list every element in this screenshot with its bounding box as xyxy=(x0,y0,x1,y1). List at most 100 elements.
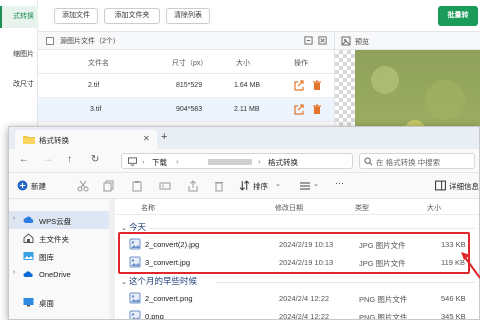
source-list-columns: 文件名 尺寸（px） 大小 操作 xyxy=(38,50,334,74)
file-name: 0.png xyxy=(145,312,164,320)
breadcrumb-current[interactable]: 格式转换 xyxy=(268,157,298,168)
image-icon xyxy=(341,36,351,46)
new-tab-button[interactable]: + xyxy=(161,131,167,143)
view-layout-icon[interactable] xyxy=(299,180,311,192)
select-all-checkbox[interactable] xyxy=(46,37,54,45)
breadcrumb-separator: › xyxy=(142,157,145,166)
nav-item-home[interactable]: 主文件夹 xyxy=(9,229,109,247)
file-dimensions: 815*529 xyxy=(176,82,203,89)
explorer-tab-bar: 格式转换 ✕ + xyxy=(9,127,479,149)
back-arrow-icon[interactable]: ← xyxy=(19,154,29,166)
preview-header: 预览 xyxy=(335,32,480,50)
plus-circle-icon xyxy=(17,180,28,191)
add-folder-button[interactable]: 添加文件夹 xyxy=(104,8,160,24)
table-row[interactable]: 2.tif 815*529 1.64 MB xyxy=(38,74,334,98)
blurred-path-segment xyxy=(208,159,252,165)
collapse-icon[interactable] xyxy=(304,36,313,45)
nav-item-gallery[interactable]: 图库 xyxy=(9,247,109,265)
group-label: 今天 xyxy=(129,222,147,232)
tab-format-convert[interactable]: 格式转换 ✕ xyxy=(15,130,157,149)
add-file-button[interactable]: 添加文件 xyxy=(54,8,98,24)
file-date: 2024/2/4 12:22 xyxy=(279,312,330,320)
expand-chevron-icon[interactable]: › xyxy=(13,269,15,276)
nav-item-label: 桌面 xyxy=(39,299,54,308)
table-row[interactable]: 3.tif 904*583 2.11 MB xyxy=(38,98,334,122)
group-label: 这个月的早些时候 xyxy=(129,276,198,286)
nav-item-desktop[interactable]: 桌面 xyxy=(9,293,109,311)
converter-toolbar: 添加文件 添加文件夹 清除列表 批量转 xyxy=(38,0,480,32)
file-size: 345 KB xyxy=(441,312,466,320)
source-list-header: 源图片文件（2个） xyxy=(38,32,334,50)
address-box[interactable]: › 下载 › › 格式转换 xyxy=(121,153,353,169)
file-list-columns: 名称 修改日期 类型 大小 xyxy=(115,199,479,215)
search-input[interactable]: 在 格式转换 中搜索 xyxy=(359,153,475,169)
file-dimensions: 904*583 xyxy=(176,106,203,113)
delete-icon[interactable] xyxy=(213,180,225,192)
highlight-box xyxy=(118,232,470,274)
new-label: 新建 xyxy=(31,182,46,191)
collapse-caret-icon: ⌄ xyxy=(121,279,127,286)
open-external-icon[interactable] xyxy=(294,104,304,115)
forward-arrow-icon[interactable]: → xyxy=(43,154,53,166)
file-name: 2_convert.png xyxy=(145,294,193,303)
column-name[interactable]: 名称 xyxy=(141,203,155,213)
share-icon[interactable] xyxy=(187,180,199,192)
column-actions: 操作 xyxy=(294,60,308,67)
details-pane-icon xyxy=(435,180,446,191)
file-explorer-window: 格式转换 ✕ + ← → ↑ ↻ › 下载 › › 格式转换 在 格式转换 中搜… xyxy=(8,126,480,320)
file-name: 3.tif xyxy=(90,106,102,113)
sort-icon xyxy=(239,180,250,191)
sidebar-item-compress[interactable]: 缩图片 xyxy=(0,44,38,66)
collapse-caret-icon: ⌄ xyxy=(121,225,127,232)
column-type[interactable]: 类型 xyxy=(355,203,369,213)
paste-icon[interactable] xyxy=(131,180,143,192)
sidebar-item-format-convert[interactable]: 式转换 xyxy=(0,6,38,28)
column-date-modified[interactable]: 修改日期 xyxy=(275,203,303,213)
nav-item-wps-cloud[interactable]: › WPS云盘 xyxy=(9,211,109,229)
breadcrumb-separator: › xyxy=(176,157,179,166)
sort-label: 排序 xyxy=(253,182,268,191)
open-external-icon[interactable] xyxy=(294,80,304,91)
desktop-icon xyxy=(23,298,34,307)
file-size: 546 KB xyxy=(441,294,466,303)
navigation-pane: › WPS云盘 主文件夹 图库 › OneDrive 桌面 xyxy=(9,199,109,319)
nav-item-label: WPS云盘 xyxy=(39,217,72,226)
clear-list-button[interactable]: 清除列表 xyxy=(166,8,210,24)
list-item[interactable]: 2_convert.png 2024/2/4 12:22 PNG 图片文件 54… xyxy=(123,289,473,307)
breadcrumb-separator: › xyxy=(258,157,261,166)
batch-convert-button[interactable]: 批量转 xyxy=(438,6,478,26)
search-placeholder: 在 格式转换 中搜索 xyxy=(376,158,441,167)
column-dimensions: 尺寸（px） xyxy=(172,60,208,67)
group-divider xyxy=(215,282,475,283)
nav-item-onedrive[interactable]: › OneDrive xyxy=(9,265,109,283)
close-panel-icon[interactable] xyxy=(318,36,327,45)
group-header-earlier-this-month[interactable]: ⌄ 这个月的早些时候 xyxy=(121,275,197,287)
cut-icon[interactable] xyxy=(77,180,89,192)
explorer-command-bar: 新建 排序 ⌄ ⌄ ··· 详细信息 xyxy=(9,173,479,199)
column-filename: 文件名 xyxy=(88,60,109,67)
gallery-icon xyxy=(23,252,34,260)
explorer-address-bar: ← → ↑ ↻ › 下载 › › 格式转换 在 格式转换 中搜索 xyxy=(9,149,479,173)
nav-item-label: 图库 xyxy=(39,253,54,262)
close-tab-icon[interactable]: ✕ xyxy=(143,134,150,143)
trash-icon[interactable] xyxy=(312,80,322,91)
column-size[interactable]: 大小 xyxy=(427,203,441,213)
copy-icon[interactable] xyxy=(103,180,115,192)
expand-chevron-icon[interactable]: › xyxy=(13,215,15,222)
more-options-icon[interactable]: ··· xyxy=(335,178,344,188)
image-file-icon xyxy=(129,292,141,304)
rename-icon[interactable] xyxy=(159,180,171,192)
trash-icon[interactable] xyxy=(312,104,322,115)
up-arrow-icon[interactable]: ↑ xyxy=(67,154,72,166)
breadcrumb-download[interactable]: 下载 xyxy=(152,157,167,168)
refresh-icon[interactable]: ↻ xyxy=(91,154,99,166)
chevron-down-icon: ⌄ xyxy=(275,181,281,188)
wps-cloud-icon xyxy=(23,216,34,224)
nav-item-label: 主文件夹 xyxy=(39,235,69,244)
list-item[interactable]: 0.png 2024/2/4 12:22 PNG 图片文件 345 KB xyxy=(123,307,473,320)
group-divider xyxy=(149,228,475,229)
image-file-icon xyxy=(129,310,141,319)
file-date: 2024/2/4 12:22 xyxy=(279,294,330,303)
chevron-down-icon[interactable]: ⌄ xyxy=(313,180,319,188)
sidebar-item-resize[interactable]: 改尺寸 xyxy=(0,74,38,96)
